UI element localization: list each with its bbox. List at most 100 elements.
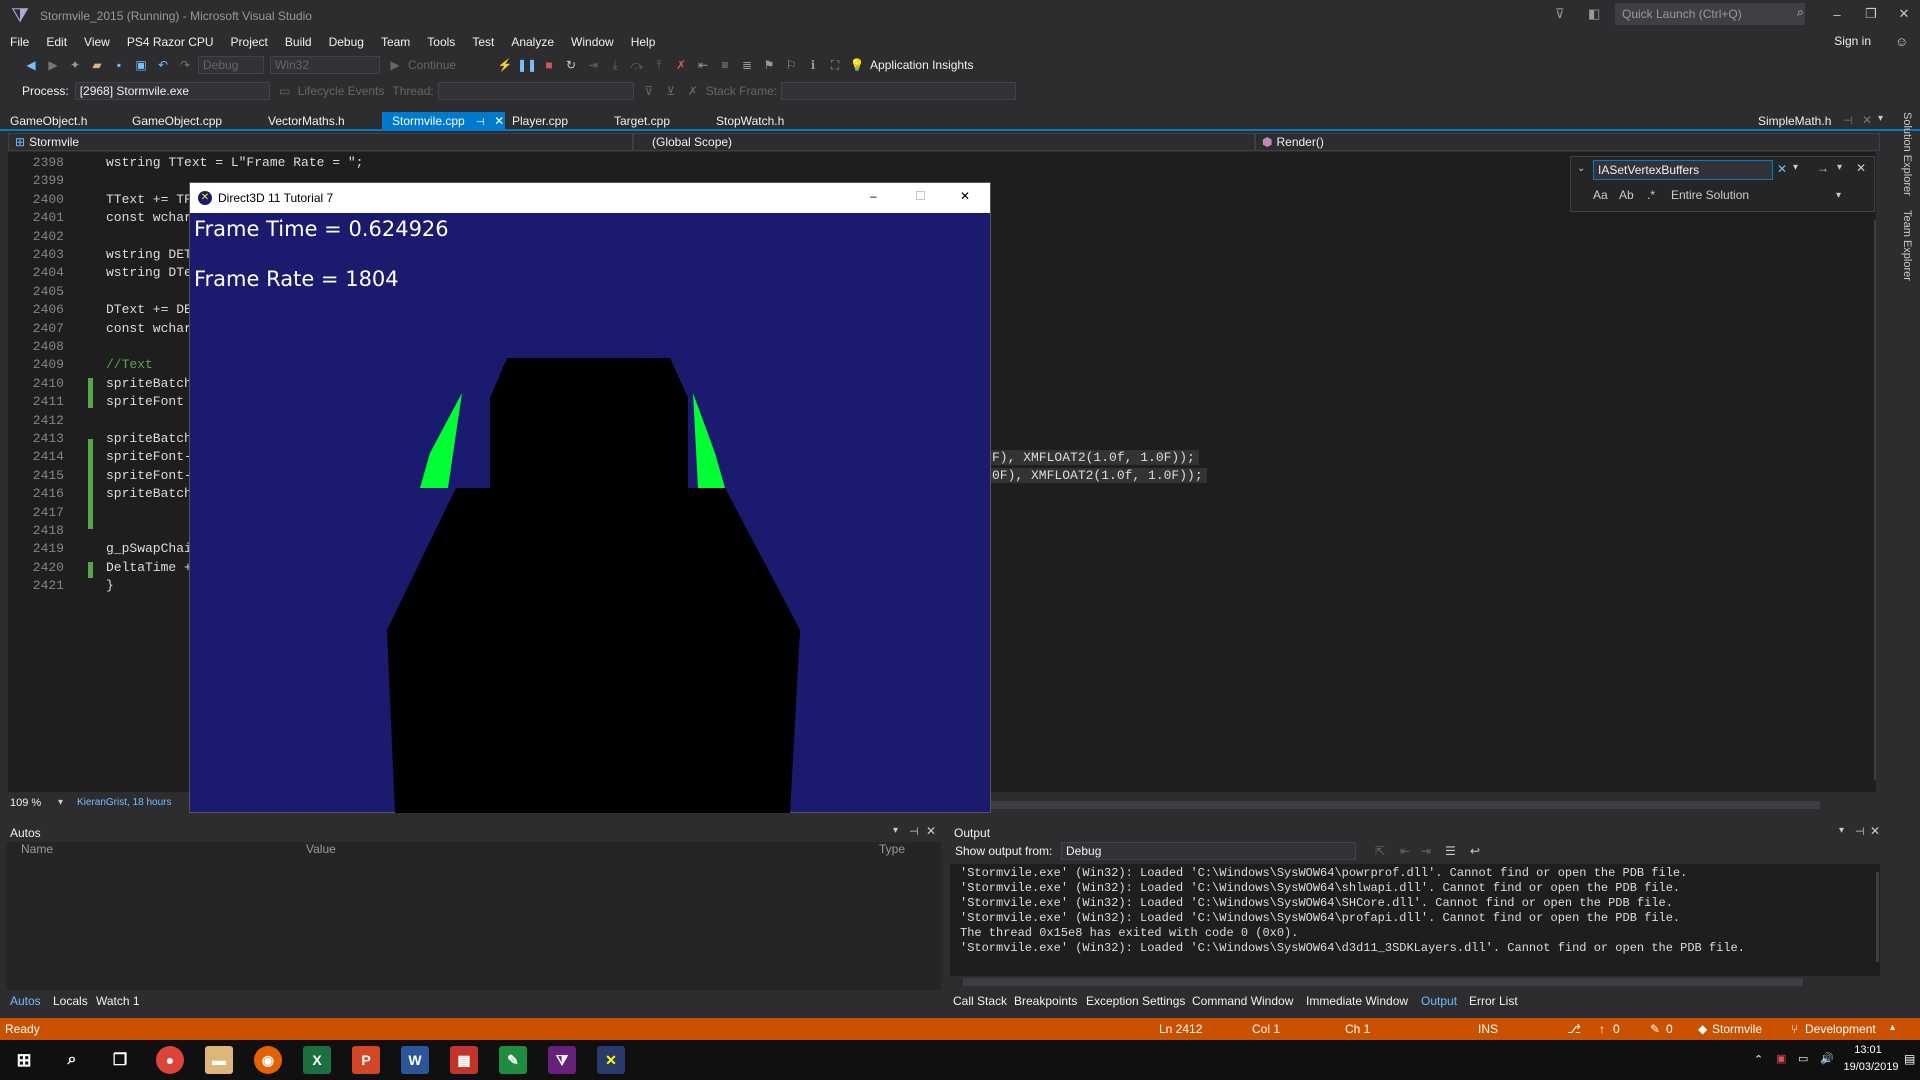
app-icon[interactable]: ▦ bbox=[450, 1046, 478, 1074]
tray-expand-icon[interactable]: ⌃ bbox=[1754, 1053, 1763, 1066]
back-icon[interactable]: ◀ bbox=[22, 56, 40, 74]
indent-icon[interactable]: ⇤ bbox=[694, 56, 712, 74]
tab-target-cpp[interactable]: Target.cpp bbox=[604, 112, 704, 131]
close-button[interactable]: ✕ bbox=[1889, 0, 1919, 28]
undo-icon[interactable]: ↶ bbox=[154, 56, 172, 74]
menu-file[interactable]: File bbox=[10, 35, 29, 49]
file-explorer-icon[interactable]: ▬ bbox=[205, 1046, 233, 1074]
restart-icon[interactable]: ↻ bbox=[562, 56, 580, 74]
thread-select[interactable] bbox=[437, 82, 634, 100]
network-icon[interactable]: ▭ bbox=[1798, 1052, 1808, 1065]
pending-changes[interactable]: 0 bbox=[1666, 1022, 1673, 1036]
menu-ps4-razor-cpu[interactable]: PS4 Razor CPU bbox=[127, 35, 214, 49]
show-next-statement-icon[interactable]: ⇥ bbox=[584, 56, 602, 74]
menu-window[interactable]: Window bbox=[571, 35, 614, 49]
info-icon[interactable]: ℹ bbox=[804, 56, 822, 74]
menu-tools[interactable]: Tools bbox=[427, 35, 455, 49]
menu-edit[interactable]: Edit bbox=[46, 35, 67, 49]
source-control-icon[interactable]: ⎇ bbox=[1567, 1022, 1581, 1036]
step-out-icon[interactable]: ⤒ bbox=[650, 56, 668, 74]
word-icon[interactable]: W bbox=[401, 1046, 429, 1074]
member-select[interactable]: ⬢ Render() bbox=[1255, 133, 1880, 151]
branch-dropdown-icon[interactable]: ▴ bbox=[1890, 1022, 1895, 1033]
match-case-icon[interactable]: Aa bbox=[1593, 188, 1608, 202]
up-arrow-icon[interactable]: ↑ bbox=[1599, 1022, 1605, 1036]
pane-menu-icon[interactable]: ▾ bbox=[1839, 825, 1844, 836]
output-text[interactable]: 'Stormvile.exe' (Win32): Loaded 'C:\Wind… bbox=[950, 864, 1880, 976]
feedback-icon[interactable]: ◧ bbox=[1588, 6, 1600, 22]
project-select[interactable]: ⊞ Stormvile bbox=[8, 133, 633, 151]
repository-name[interactable]: Stormvile bbox=[1712, 1022, 1762, 1036]
find-next-icon[interactable]: → bbox=[1817, 161, 1829, 175]
volume-icon[interactable]: 🔊 bbox=[1820, 1052, 1834, 1065]
continue-icon[interactable]: ▶ bbox=[386, 56, 404, 74]
application-insights-button[interactable]: Application Insights bbox=[870, 58, 973, 72]
tray-app-icon[interactable]: ▣ bbox=[1776, 1052, 1786, 1065]
save-icon[interactable]: ▪ bbox=[110, 56, 128, 74]
find-input[interactable]: IASetVertexBuffers bbox=[1593, 160, 1773, 180]
clock-time[interactable]: 13:01 bbox=[1843, 1044, 1893, 1056]
output-horizontal-scrollbar[interactable] bbox=[963, 978, 1803, 986]
horizontal-scrollbar[interactable] bbox=[990, 801, 1820, 809]
output-source-select[interactable]: Debug bbox=[1061, 842, 1356, 860]
tab-watch-1[interactable]: Watch 1 bbox=[96, 994, 140, 1008]
value-column-header[interactable]: Value bbox=[306, 842, 336, 856]
find-message-icon[interactable]: ⇱ bbox=[1375, 844, 1385, 858]
open-folder-icon[interactable]: ▰ bbox=[88, 56, 106, 74]
name-column-header[interactable]: Name bbox=[21, 842, 53, 856]
word-wrap-icon[interactable]: ↩ bbox=[1470, 844, 1480, 858]
pause-icon[interactable]: ❚❚ bbox=[517, 56, 537, 74]
menu-debug[interactable]: Debug bbox=[329, 35, 364, 49]
redo-icon[interactable]: ↷ bbox=[176, 56, 194, 74]
tab-autos[interactable]: Autos bbox=[10, 994, 41, 1008]
pin-pane-icon[interactable]: ⊣ bbox=[1855, 825, 1865, 838]
pencil-icon[interactable]: ✎ bbox=[1650, 1022, 1660, 1036]
notifications-icon[interactable]: ▤ bbox=[1904, 1052, 1915, 1066]
step-into-icon[interactable]: ⤓ bbox=[606, 56, 624, 74]
pane-menu-icon[interactable]: ▾ bbox=[893, 825, 898, 836]
close-find-icon[interactable]: ✕ bbox=[1856, 161, 1866, 175]
menu-project[interactable]: Project bbox=[231, 35, 268, 49]
continue-button[interactable]: Continue bbox=[408, 58, 456, 72]
new-project-icon[interactable]: ✦ bbox=[66, 56, 84, 74]
pin-icon[interactable]: ⊣ bbox=[1843, 114, 1853, 127]
close-pane-icon[interactable]: ✕ bbox=[1870, 824, 1880, 838]
sign-in-link[interactable]: Sign in bbox=[1834, 34, 1871, 48]
tab-simplemath-h[interactable]: SimpleMath.h bbox=[1748, 112, 1848, 131]
regex-icon[interactable]: .* bbox=[1647, 188, 1655, 202]
team-explorer-tab[interactable]: Team Explorer bbox=[1893, 210, 1913, 281]
d3d-maximize-button[interactable]: ☐ bbox=[915, 189, 926, 203]
tab-stormvile-cpp[interactable]: Stormvile.cpp ⊣ ✕ bbox=[382, 112, 505, 131]
tab-command-window[interactable]: Command Window bbox=[1192, 994, 1293, 1008]
scope-dropdown-icon[interactable]: ▾ bbox=[1836, 190, 1841, 201]
powerpoint-icon[interactable]: P bbox=[352, 1046, 380, 1074]
tab-breakpoints[interactable]: Breakpoints bbox=[1014, 994, 1077, 1008]
menu-build[interactable]: Build bbox=[285, 35, 312, 49]
codelens-author[interactable]: KieranGrist, 18 hours bbox=[77, 797, 172, 808]
save-all-icon[interactable]: ▣ bbox=[132, 56, 150, 74]
hot-reload-icon[interactable]: ⚡ bbox=[496, 56, 514, 74]
screenshot-icon[interactable]: ⛶ bbox=[826, 56, 844, 74]
forward-icon[interactable]: ▶ bbox=[44, 56, 62, 74]
clear-all-icon[interactable]: ☰ bbox=[1445, 844, 1456, 858]
close-tab-icon[interactable]: ✕ bbox=[1862, 113, 1872, 127]
zoom-level[interactable]: 109 % bbox=[10, 797, 41, 809]
menu-analyze[interactable]: Analyze bbox=[511, 35, 554, 49]
d3d-minimize-button[interactable]: – bbox=[870, 189, 877, 203]
tab-vectormaths-h[interactable]: VectorMaths.h bbox=[258, 112, 383, 131]
flag-threads-icon[interactable]: ⊽ bbox=[640, 82, 658, 100]
direct3d-window[interactable]: ✕ Direct3D 11 Tutorial 7 – ☐ ✕ Frame Tim… bbox=[189, 182, 991, 813]
configuration-select[interactable]: Debug bbox=[198, 56, 264, 74]
process-select[interactable]: [2968] Stormvile.exe bbox=[74, 82, 270, 100]
menu-help[interactable]: Help bbox=[631, 35, 656, 49]
comment-icon[interactable]: ≡ bbox=[716, 56, 734, 74]
next-message-icon[interactable]: ⇥ bbox=[1421, 844, 1431, 858]
output-vertical-scrollbar[interactable] bbox=[1876, 872, 1879, 962]
close-pane-icon[interactable]: ✕ bbox=[926, 824, 936, 838]
tab-overflow-icon[interactable]: ▾ bbox=[1878, 113, 1883, 124]
type-column-header[interactable]: Type bbox=[879, 842, 905, 856]
visual-studio-icon[interactable]: ⧩ bbox=[548, 1046, 576, 1074]
scope-select[interactable]: (Global Scope) bbox=[633, 133, 1255, 151]
directx-app-icon[interactable]: ✕ bbox=[597, 1046, 625, 1074]
clock-date[interactable]: 19/03/2019 bbox=[1843, 1061, 1899, 1073]
